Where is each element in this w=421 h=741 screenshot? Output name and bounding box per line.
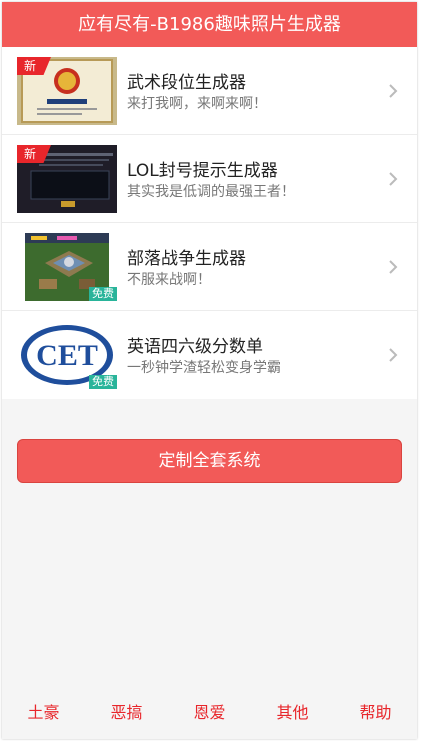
game-dialog-thumbnail: 新	[17, 145, 117, 213]
page-title: 应有尽有-B1986趣味照片生成器	[2, 2, 417, 47]
item-title: 英语四六级分数单	[127, 337, 263, 357]
cet-logo-thumbnail: CET 免费	[17, 321, 117, 389]
item-title: LOL封号提示生成器	[127, 161, 278, 181]
item-title: 部落战争生成器	[127, 249, 246, 269]
chevron-right-icon	[389, 348, 398, 362]
free-badge: 免费	[89, 287, 117, 301]
item-subtitle: 其实我是低调的最强王者！	[127, 184, 295, 200]
item-subtitle: 一秒钟学渣轻松变身学霸	[127, 360, 281, 376]
generator-list: 新 武术段位生成器 来打我啊，来啊来啊！ 新 LOL封号提示生成器 其实我是低调…	[2, 47, 417, 399]
item-subtitle: 不服来战啊！	[127, 272, 211, 288]
list-item-cet[interactable]: CET 免费 英语四六级分数单 一秒钟学渣轻松变身学霸	[2, 311, 417, 399]
cet-logo-text: CET	[36, 339, 98, 372]
nav-enai[interactable]: 恩爱	[193, 699, 225, 723]
village-map-thumbnail: 免费	[17, 233, 117, 301]
certificate-thumbnail: 新	[17, 57, 117, 125]
nav-other[interactable]: 其他	[276, 699, 308, 723]
list-item-lol-ban[interactable]: 新 LOL封号提示生成器 其实我是低调的最强王者！	[2, 135, 417, 223]
item-subtitle: 来打我啊，来啊来啊！	[127, 96, 267, 112]
nav-help[interactable]: 帮助	[359, 699, 391, 723]
chevron-right-icon	[389, 172, 398, 186]
chevron-right-icon	[389, 260, 398, 274]
chevron-right-icon	[389, 84, 398, 98]
bottom-nav: 土豪 恶搞 恩爱 其他 帮助	[2, 683, 417, 739]
nav-egao[interactable]: 恶搞	[110, 699, 142, 723]
nav-tuhao[interactable]: 土豪	[27, 699, 59, 723]
item-title: 武术段位生成器	[127, 73, 246, 93]
list-item-martial-arts[interactable]: 新 武术段位生成器 来打我啊，来啊来啊！	[2, 47, 417, 135]
app-frame: 应有尽有-B1986趣味照片生成器 新 武术段位生成器 来打我啊，来啊来啊！ 新…	[2, 2, 417, 739]
list-item-clash[interactable]: 免费 部落战争生成器 不服来战啊！	[2, 223, 417, 311]
free-badge: 免费	[89, 375, 117, 389]
customize-system-button[interactable]: 定制全套系统	[17, 439, 402, 483]
